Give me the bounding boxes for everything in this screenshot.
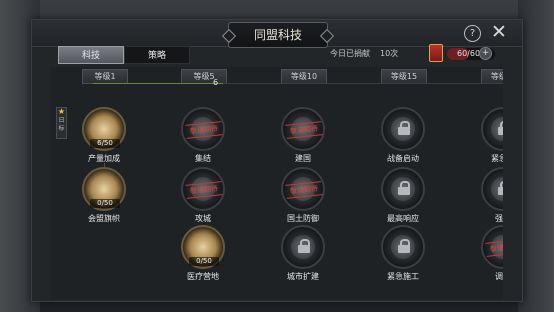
- add-icon[interactable]: +: [479, 47, 492, 60]
- tech-name: 最高响应: [387, 214, 419, 223]
- star-icon: ★: [57, 107, 66, 116]
- tech-name: 城市扩建: [287, 272, 319, 281]
- tech-tree[interactable]: 等级1 等级5 等级10 等级15 等级20 6 ★ 日标 6/50 产量加成 …: [51, 67, 503, 299]
- tech-node-emergency-build[interactable]: [381, 225, 425, 269]
- node-progress: 0/50: [90, 199, 120, 208]
- lock-icon: [298, 239, 310, 253]
- tech-node-found-nation[interactable]: 敬请期待: [281, 107, 325, 151]
- tech-name: 建国: [295, 154, 311, 163]
- tech-name: 医疗营地: [187, 272, 219, 281]
- coming-soon-stamp: 敬请期待: [185, 181, 223, 199]
- donate-count: 10次: [380, 49, 399, 58]
- panel-title: 同盟科技: [228, 22, 328, 48]
- level-header-15: 等级15: [381, 69, 427, 84]
- tech-name: 集结: [195, 154, 211, 163]
- tech-node-production[interactable]: 6/50: [82, 107, 126, 151]
- tech-name: 国土防御: [287, 214, 319, 223]
- donation-counter-text: 60/60: [457, 49, 481, 58]
- level-header-5: 等级5: [181, 69, 227, 84]
- help-icon[interactable]: ?: [464, 25, 481, 42]
- background-right-edge: [518, 0, 554, 312]
- tab-technology[interactable]: 科技: [58, 46, 124, 64]
- tech-name: 攻城: [195, 214, 211, 223]
- level-progress-bar: [93, 83, 223, 84]
- tech-node-emergency-repair[interactable]: [481, 107, 503, 151]
- coming-soon-stamp: 敬请期待: [285, 181, 323, 199]
- donation-card-icon: [429, 44, 443, 62]
- tech-node-assault[interactable]: [481, 167, 503, 211]
- tech-name: 紧急修: [491, 154, 503, 163]
- title-bar: 同盟科技 ? ✕: [32, 20, 522, 48]
- tech-node-combat-readiness[interactable]: [381, 107, 425, 151]
- coming-soon-stamp: 敬请期待: [185, 121, 223, 139]
- close-icon[interactable]: ✕: [490, 22, 508, 42]
- tech-node-rally[interactable]: 敬请期待: [181, 107, 225, 151]
- level-header-1: 等级1: [82, 69, 128, 84]
- tech-node-territory-defense[interactable]: 敬请期待: [281, 167, 325, 211]
- tech-name: 紧急施工: [387, 272, 419, 281]
- tech-node-siege[interactable]: 敬请期待: [181, 167, 225, 211]
- tech-name: 会盟旗帜: [88, 214, 120, 223]
- lock-icon: [398, 239, 410, 253]
- node-progress: 0/50: [189, 257, 219, 266]
- tech-node-max-response[interactable]: [381, 167, 425, 211]
- level-header-10: 等级10: [281, 69, 327, 84]
- alliance-tech-panel: 同盟科技 ? ✕ 科技 策略 今日已捐献 10次 60/60 + 等级1 等级5…: [31, 19, 523, 302]
- lock-icon: [398, 181, 410, 195]
- lock-icon: [398, 121, 410, 135]
- coming-soon-stamp: 敬请期待: [285, 121, 323, 139]
- tech-name: 调兵: [495, 272, 503, 281]
- node-progress: 6/50: [90, 139, 120, 148]
- level-header-20: 等级20: [481, 69, 503, 84]
- lock-icon: [498, 181, 503, 195]
- tech-node-troop-deploy[interactable]: 敬请期待: [481, 225, 503, 269]
- tech-node-medical-camp[interactable]: 0/50: [181, 225, 225, 269]
- tech-node-city-expansion[interactable]: [281, 225, 325, 269]
- donate-label: 今日已捐献: [330, 49, 370, 58]
- goal-badge[interactable]: ★ 日标: [56, 107, 67, 139]
- tab-strategy[interactable]: 策略: [124, 46, 190, 64]
- coming-soon-stamp: 敬请期待: [485, 239, 503, 257]
- tech-node-alliance-flag[interactable]: 0/50: [82, 167, 126, 211]
- lock-icon: [498, 121, 503, 135]
- level-progress-value: 6: [213, 78, 219, 87]
- tech-name: 战备启动: [387, 154, 419, 163]
- level-track: [223, 83, 503, 84]
- tab-bar: 科技 策略: [58, 46, 190, 64]
- tech-name: 强攻: [495, 214, 503, 223]
- goal-badge-label: 日标: [58, 117, 65, 132]
